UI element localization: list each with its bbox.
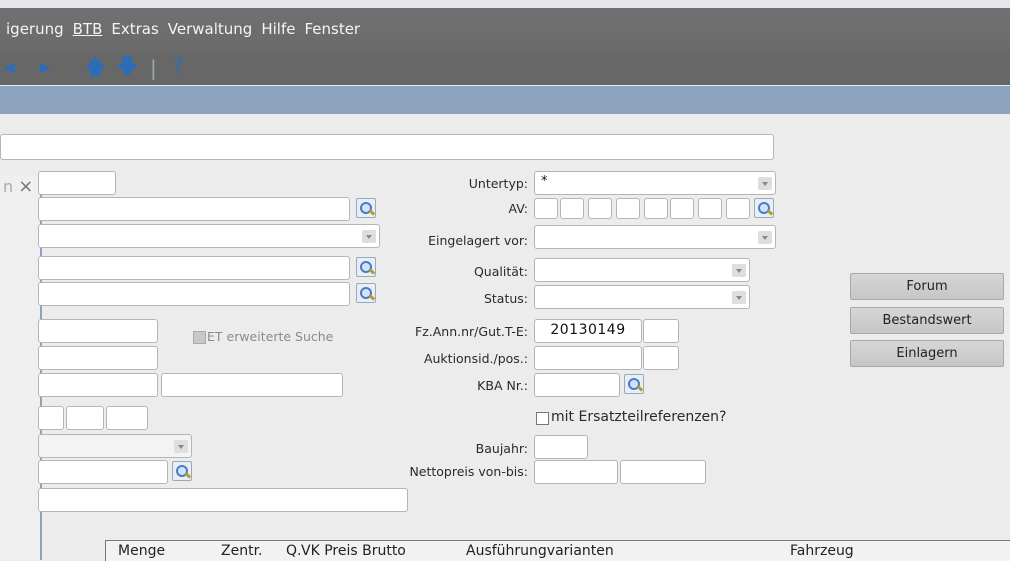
help-icon[interactable]: ? (172, 54, 184, 82)
search-icon[interactable] (356, 257, 376, 277)
results-table-header: Menge Zentr. Q. VK Preis Brutto Ausführu… (105, 540, 1010, 561)
kba-input[interactable] (534, 373, 620, 397)
chevron-down-icon[interactable] (732, 291, 746, 304)
et-label: ET erweiterte Suche (207, 329, 334, 344)
menu-extras[interactable]: Extras (111, 20, 158, 38)
einlagern-button[interactable]: Einlagern (850, 340, 1004, 367)
qualitaet-select[interactable] (534, 258, 750, 282)
eingelagert-select[interactable] (534, 225, 776, 249)
close-icon[interactable]: × (18, 176, 33, 197)
forum-button[interactable]: Forum (850, 273, 1004, 300)
title-bar (0, 86, 1010, 114)
av-cell[interactable] (670, 198, 694, 219)
chevron-down-icon[interactable] (758, 177, 772, 190)
menu-hilfe[interactable]: Hilfe (261, 20, 295, 38)
search-icon[interactable] (172, 461, 192, 481)
status-select[interactable] (534, 285, 750, 309)
eingelagert-label: Eingelagert vor: (428, 233, 528, 248)
menu-bar: igerung BTB Extras Verwaltung Hilfe Fens… (0, 0, 1010, 52)
av-cell[interactable] (560, 198, 584, 219)
menu-lagerung[interactable]: igerung (6, 20, 64, 38)
chevron-down-icon[interactable] (732, 264, 746, 277)
field-left-9a[interactable] (38, 406, 64, 430)
next-icon[interactable]: ▸ (40, 54, 51, 82)
av-cell[interactable] (698, 198, 722, 219)
netto-to-input[interactable] (620, 460, 706, 484)
chevron-down-icon[interactable] (174, 440, 188, 453)
dropdown-left-1[interactable] (38, 224, 380, 248)
untertyp-value: * (541, 174, 548, 189)
column-ausfuehrung[interactable]: Ausführungvarianten (466, 543, 614, 559)
field-left-2[interactable] (38, 197, 350, 221)
av-cell[interactable] (588, 198, 612, 219)
netto-label: Nettopreis von-bis: (409, 464, 528, 479)
search-icon[interactable] (356, 283, 376, 303)
field-left-7[interactable] (38, 373, 158, 397)
subwindow-title-fragment: n (3, 177, 14, 196)
av-cell[interactable] (616, 198, 640, 219)
fz-label: Fz.Ann.nr/Gut.T-E: (415, 324, 528, 339)
chevron-down-icon[interactable] (758, 231, 772, 244)
column-fahrzeug[interactable]: Fahrzeug (790, 543, 854, 559)
av-cell[interactable] (644, 198, 668, 219)
untertyp-label: Untertyp: (468, 176, 528, 191)
search-icon[interactable] (754, 198, 774, 218)
fz-suffix-input[interactable] (643, 319, 679, 343)
previous-icon[interactable]: ◂ (4, 54, 15, 82)
av-cell[interactable] (534, 198, 558, 219)
column-q[interactable]: Q. (286, 543, 301, 559)
toolbar: ◂ ▸ 🡅 🡇 | ? (0, 52, 1010, 85)
auktion-label: Auktionsid./pos.: (423, 351, 528, 366)
auktion-input[interactable] (534, 346, 642, 370)
ersatz-checkbox[interactable] (536, 412, 549, 425)
search-icon[interactable] (624, 374, 644, 394)
subwindow-panel (0, 176, 42, 560)
column-vk-preis[interactable]: VK Preis Brutto (301, 543, 406, 559)
field-left-11[interactable] (38, 488, 408, 512)
kba-label: KBA Nr.: (477, 378, 528, 393)
field-left-9b[interactable] (66, 406, 104, 430)
qualitaet-label: Qualität: (473, 264, 528, 279)
menu-verwaltung[interactable]: Verwaltung (168, 20, 253, 38)
et-checkbox[interactable] (193, 331, 206, 344)
field-left-9c[interactable] (106, 406, 148, 430)
baujahr-input[interactable] (534, 435, 588, 459)
dropdown-left-2[interactable] (38, 434, 192, 458)
field-left-5[interactable] (38, 319, 158, 343)
auktion-pos-input[interactable] (643, 346, 679, 370)
ersatz-label: mit Ersatzteilreferenzen? (551, 409, 727, 425)
column-menge[interactable]: Menge (118, 543, 165, 559)
menu-btb[interactable]: BTB (73, 20, 103, 38)
netto-from-input[interactable] (534, 460, 618, 484)
field-left-3[interactable] (38, 256, 350, 280)
field-left-4[interactable] (38, 282, 350, 306)
fz-input[interactable]: 20130149 (534, 319, 642, 343)
menu-fenster[interactable]: Fenster (304, 20, 360, 38)
field-left-10[interactable] (38, 460, 168, 484)
window-top-strip (0, 0, 1010, 8)
baujahr-label: Baujahr: (475, 441, 528, 456)
untertyp-select[interactable]: * (534, 171, 776, 195)
av-label: AV: (508, 201, 529, 216)
search-text-field[interactable] (0, 134, 774, 160)
arrow-down-icon[interactable]: 🡇 (116, 54, 139, 82)
arrow-up-icon[interactable]: 🡅 (84, 54, 107, 82)
search-icon[interactable] (356, 198, 376, 218)
toolbar-separator: | (150, 56, 157, 80)
menu-items: igerung BTB Extras Verwaltung Hilfe Fens… (6, 20, 369, 38)
field-left-1[interactable] (38, 171, 116, 195)
av-cell[interactable] (726, 198, 750, 219)
field-left-6[interactable] (38, 346, 158, 370)
chevron-down-icon[interactable] (362, 230, 376, 243)
status-label: Status: (483, 291, 528, 306)
field-left-8[interactable] (161, 373, 343, 397)
bestandswert-button[interactable]: Bestandswert (850, 307, 1004, 334)
column-zentr[interactable]: Zentr. (221, 543, 263, 559)
